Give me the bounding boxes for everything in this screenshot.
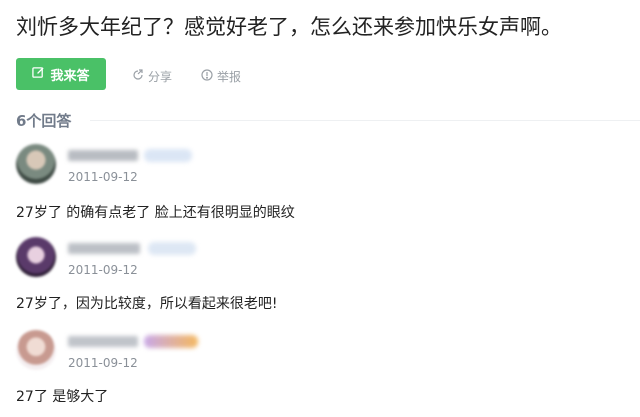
answer-content: 27岁了，因为比较度，所以看起来很老吧! [16, 296, 278, 312]
answer-count: 6个回答 [16, 112, 72, 130]
answer-content: 27了 是够大了 [16, 389, 109, 405]
answers-header: 6个回答 [16, 110, 640, 132]
divider [90, 120, 640, 121]
answer-content: 27岁了 的确有点老了 脸上还有很明显的眼纹 [16, 205, 295, 221]
share-icon [132, 69, 144, 84]
username-blurred[interactable] [68, 336, 138, 347]
username-blurred[interactable] [68, 150, 138, 161]
pencil-square-icon [32, 66, 45, 83]
answer-date: 2011-09-12 [68, 170, 138, 184]
user-badge-blurred [144, 335, 198, 348]
share-label: 分享 [148, 70, 173, 84]
alert-circle-icon [201, 69, 213, 84]
report-label: 举报 [217, 70, 242, 84]
user-badge-blurred [144, 149, 192, 162]
answer-date: 2011-09-12 [68, 263, 138, 277]
username-blurred[interactable] [68, 243, 140, 254]
answer-date: 2011-09-12 [68, 356, 138, 370]
question-title: 刘忻多大年纪了？感觉好老了，怎么还来参加快乐女声啊。 [16, 15, 562, 39]
answer-button[interactable]: 我来答 [16, 58, 106, 90]
avatar[interactable] [16, 237, 56, 277]
avatar[interactable] [16, 330, 56, 370]
avatar[interactable] [16, 144, 56, 184]
report-button[interactable]: 举报 [201, 68, 241, 85]
share-button[interactable]: 分享 [132, 68, 172, 85]
user-badge-blurred [148, 242, 196, 255]
answer-button-label: 我来答 [50, 68, 90, 84]
